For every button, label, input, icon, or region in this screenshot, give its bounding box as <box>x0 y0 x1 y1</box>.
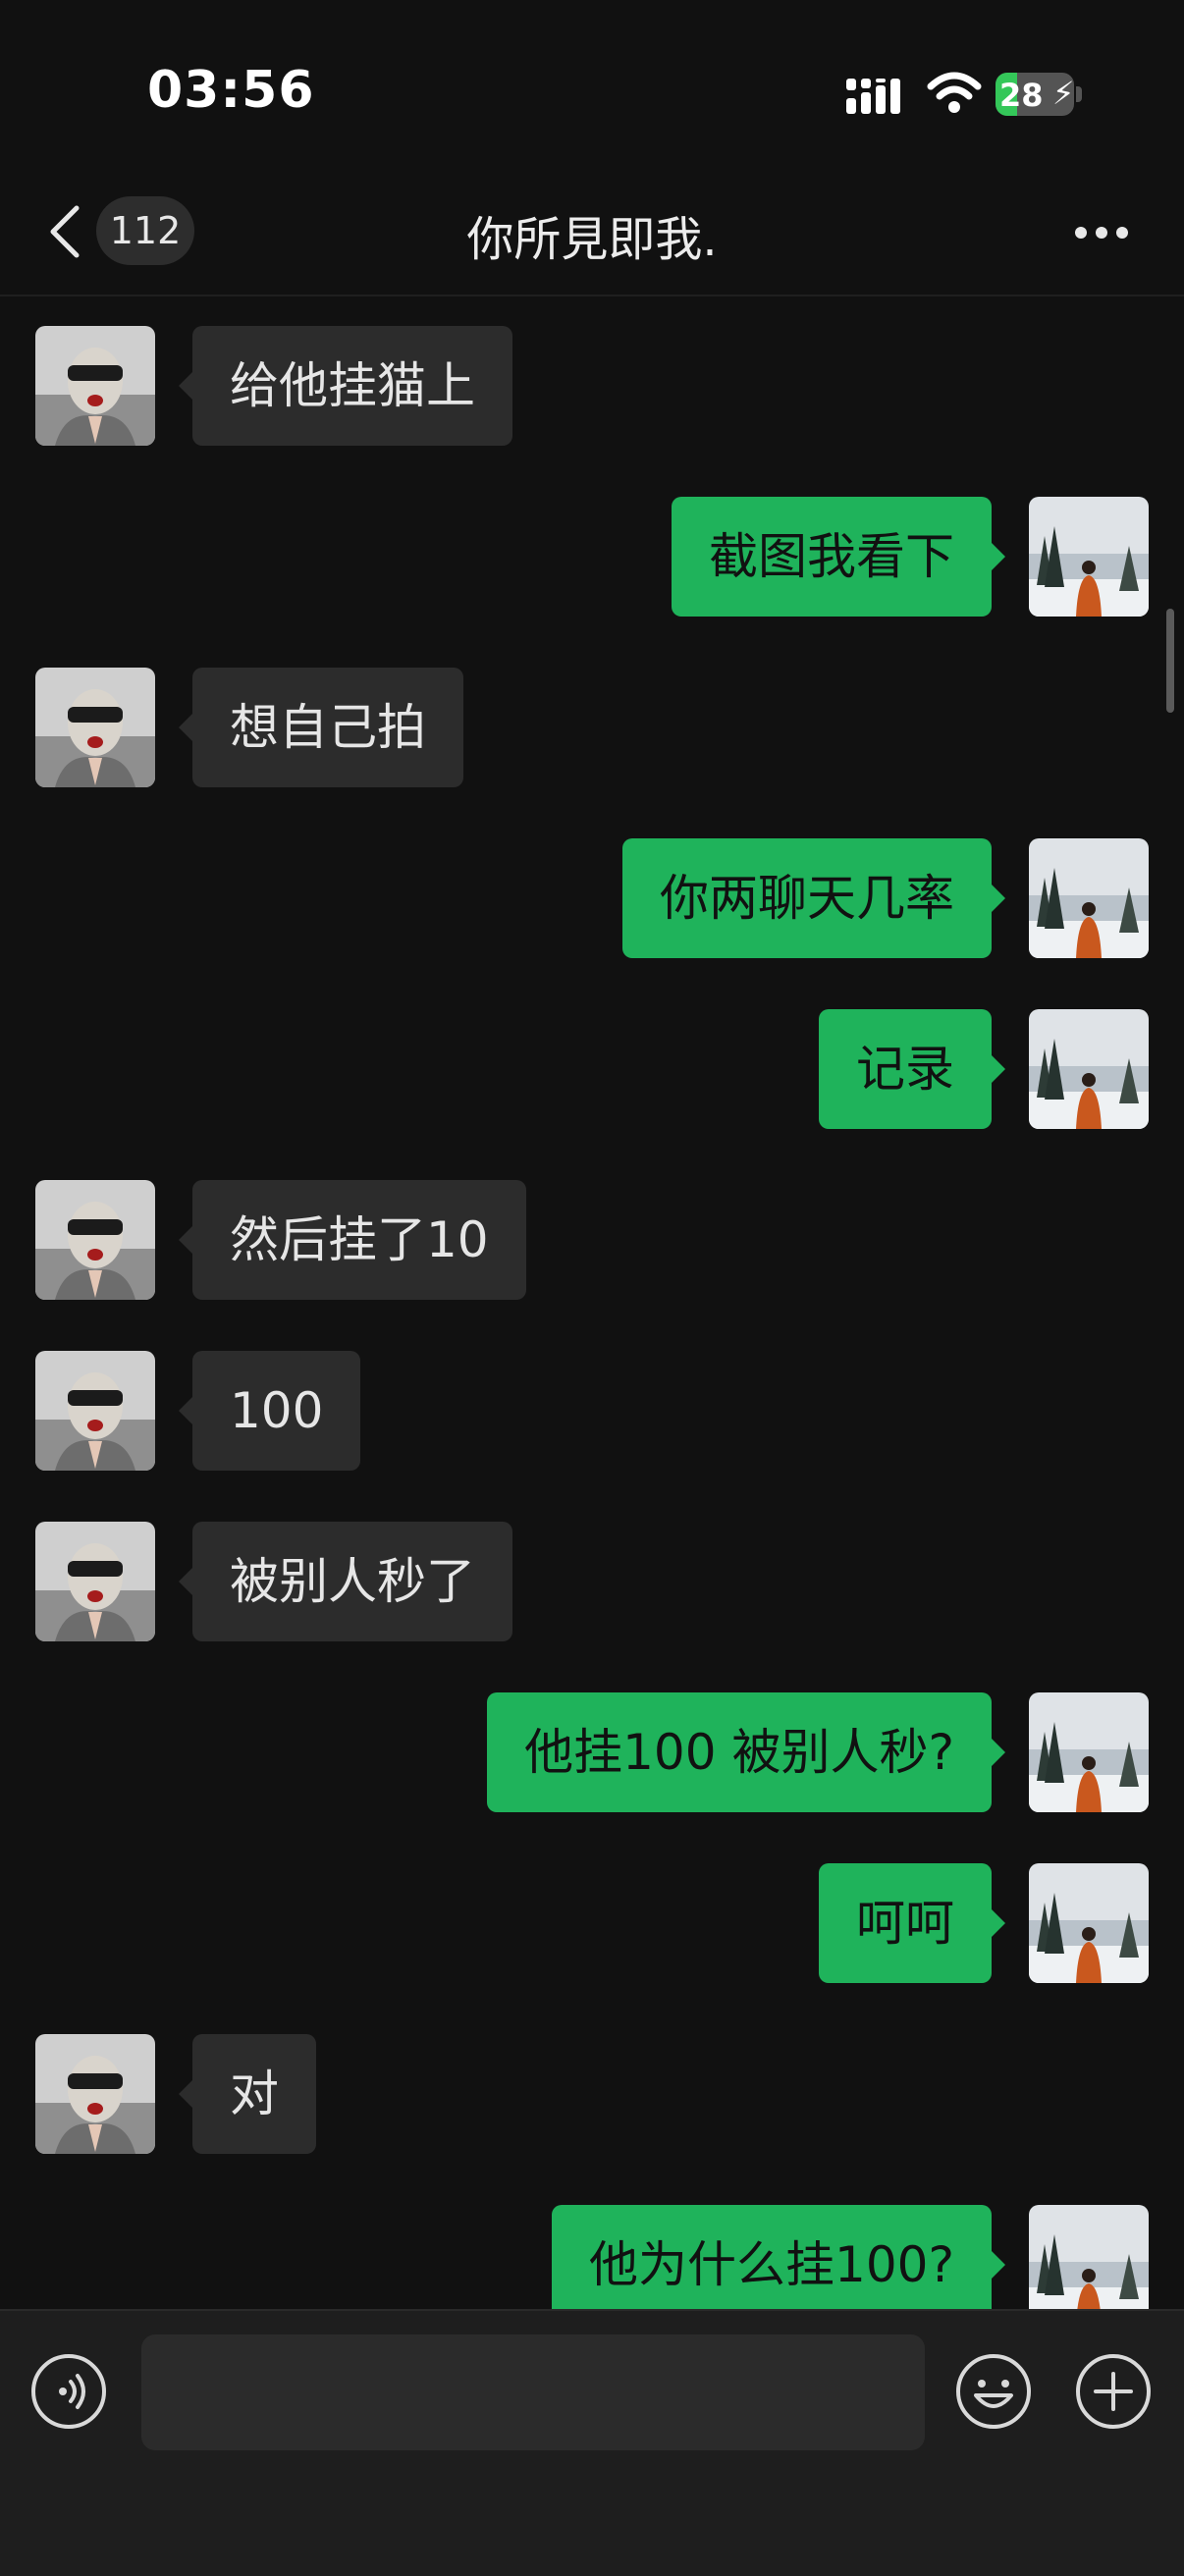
message-list[interactable]: 给他挂猫上截图我看下想自己拍你两聊天几率记录然后挂了10 100 被别人秒了他挂10… <box>0 295 1184 2309</box>
chat-title: 你所見即我. <box>466 212 718 267</box>
contact-avatar[interactable] <box>35 326 155 446</box>
status-time: 03:56 <box>147 61 315 120</box>
message-bubble[interactable]: 想自己拍 <box>179 668 463 787</box>
message-bubble[interactable]: 然后挂了10 <box>179 1180 526 1300</box>
message-bubble[interactable]: 给他挂猫上 <box>179 326 512 446</box>
message-bubble[interactable]: 你两聊天几率 <box>622 838 1005 958</box>
message-row-left: 想自己拍 <box>0 668 1184 787</box>
message-row-left: 给他挂猫上 <box>0 326 1184 446</box>
message-row-left: 然后挂了10 <box>0 1180 1184 1300</box>
message-bubble[interactable]: 被别人秒了 <box>179 1522 512 1641</box>
contact-avatar[interactable] <box>35 1351 155 1471</box>
message-row-left: 被别人秒了 <box>0 1522 1184 1641</box>
my-avatar[interactable] <box>1029 1009 1149 1129</box>
signal-icon <box>846 79 900 114</box>
my-avatar[interactable] <box>1029 1692 1149 1812</box>
contact-avatar[interactable] <box>35 1522 155 1641</box>
message-row-right: 他为什么挂100? <box>0 2205 1184 2309</box>
contact-avatar[interactable] <box>35 668 155 787</box>
emoji-icon[interactable] <box>954 2352 1033 2431</box>
plus-icon[interactable] <box>1074 2352 1153 2431</box>
message-row-right: 截图我看下 <box>0 497 1184 617</box>
message-bubble[interactable]: 对 <box>179 2034 316 2154</box>
message-row-right: 他挂100 被别人秒? <box>0 1692 1184 1812</box>
my-avatar[interactable] <box>1029 2205 1149 2309</box>
message-row-left: 100 <box>0 1351 1184 1471</box>
message-row-right: 你两聊天几率 <box>0 838 1184 958</box>
message-bubble[interactable]: 他为什么挂100? <box>552 2205 1005 2309</box>
contact-avatar[interactable] <box>35 1180 155 1300</box>
my-avatar[interactable] <box>1029 838 1149 958</box>
message-bubble[interactable]: 呵呵 <box>819 1863 1005 1983</box>
message-input[interactable] <box>141 2334 925 2450</box>
my-avatar[interactable] <box>1029 1863 1149 1983</box>
battery-icon: 28 ⚡ <box>996 73 1082 116</box>
scroll-indicator[interactable] <box>1166 609 1174 713</box>
message-row-right: 呵呵 <box>0 1863 1184 1983</box>
message-row-right: 记录 <box>0 1009 1184 1129</box>
wifi-icon <box>927 72 982 113</box>
message-bubble[interactable]: 记录 <box>819 1009 1005 1129</box>
charging-bolt-icon: ⚡ <box>1052 75 1074 112</box>
chat-header: 112 你所見即我. <box>0 177 1184 296</box>
voice-icon[interactable] <box>29 2352 108 2431</box>
message-bubble[interactable]: 100 <box>178 1351 361 1471</box>
input-bar <box>0 2309 1184 2576</box>
contact-avatar[interactable] <box>35 2034 155 2154</box>
more-icon[interactable] <box>1074 226 1129 240</box>
status-bar: 03:56 28 ⚡ <box>0 0 1184 177</box>
battery-percent: 28 <box>999 77 1044 114</box>
my-avatar[interactable] <box>1029 497 1149 617</box>
message-row-left: 对 <box>0 2034 1184 2154</box>
message-bubble[interactable]: 截图我看下 <box>672 497 1005 617</box>
message-bubble[interactable]: 他挂100 被别人秒? <box>487 1692 1005 1812</box>
